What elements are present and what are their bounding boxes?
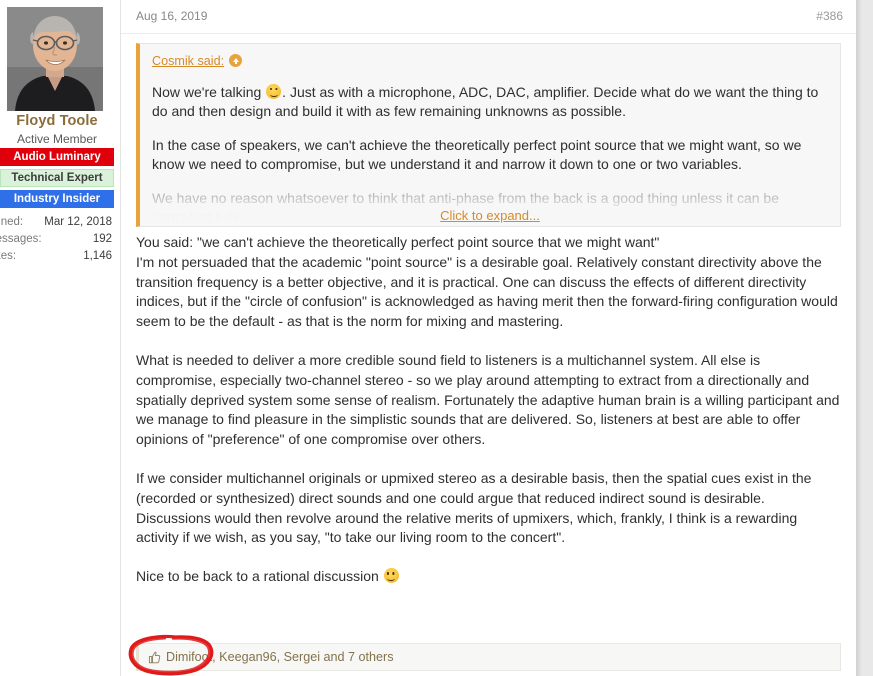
stat-row-joined: Joined: Mar 12, 2018 (0, 214, 114, 231)
stat-row-likes: Likes: 1,146 (0, 248, 114, 265)
quote-block: Cosmik said: Now we're talking . Just as… (136, 43, 841, 227)
quote-text-1a: Now we're talking (152, 83, 266, 100)
sidebar-username[interactable]: Floyd Toole (0, 113, 114, 129)
thumbs-up-icon (148, 651, 161, 664)
post-paragraph-1: You said: "we can't achieve the theoreti… (136, 233, 841, 332)
stat-value-likes: 1,146 (83, 250, 112, 262)
quote-author-link[interactable]: Cosmik said: (152, 54, 224, 68)
post-text-1: I'm not persuaded that the academic "poi… (136, 253, 838, 330)
avatar[interactable] (7, 7, 103, 111)
sidebar-user-stats: Joined: Mar 12, 2018 Messages: 192 Likes… (0, 214, 114, 265)
stat-row-messages: Messages: 192 (0, 231, 114, 248)
post-paragraph-2: What is needed to deliver a more credibl… (136, 351, 840, 448)
forum-post-page: Floyd Toole Active Member Audio Luminary… (0, 0, 873, 676)
post-user-sidebar: Floyd Toole Active Member Audio Luminary… (0, 0, 121, 676)
user-banner-audio-luminary: Audio Luminary (0, 148, 114, 166)
user-banner-industry-insider: Industry Insider (0, 190, 114, 208)
quote-expand-overlay: Click to expand... (140, 196, 840, 226)
post-permalink-number[interactable]: #386 (816, 9, 843, 23)
smiley-emoji (266, 83, 282, 99)
stat-value-joined: Mar 12, 2018 (44, 216, 112, 228)
stat-label-joined: Joined: (0, 216, 24, 228)
stat-label-likes: Likes: (0, 250, 17, 262)
quote-paragraph-1: Now we're talking . Just as with a micro… (152, 83, 828, 122)
post-paragraph-4: Nice to be back to a rational discussion (136, 567, 841, 587)
post-quote-line: You said: "we can't achieve the theoreti… (136, 234, 660, 250)
stat-value-messages: 192 (92, 233, 112, 245)
click-to-expand-link[interactable]: Click to expand... (440, 206, 540, 226)
arrow-up-circle-icon[interactable] (229, 54, 243, 67)
likes-list-text[interactable]: Dimifoot, Keegan96, Sergei and 7 others (166, 650, 394, 664)
user-banner-technical-expert: Technical Expert (0, 169, 114, 187)
post-body: Cosmik said: Now we're talking . Just as… (121, 34, 856, 587)
post-header: Aug 16, 2019 #386 (121, 0, 856, 34)
sidebar-user-title: Active Member (16, 132, 98, 146)
post-text-4: Nice to be back to a rational discussion (136, 568, 383, 585)
post-date[interactable]: Aug 16, 2019 (136, 9, 207, 23)
post-content-column: Aug 16, 2019 #386 Cosmik said: Now we're… (121, 0, 856, 676)
quote-paragraph-2: In the case of speakers, we can't achiev… (152, 136, 802, 173)
sheet-shadow (856, 0, 862, 676)
smiley-emoji-closing (383, 568, 399, 584)
post-paragraph-3: If we consider multichannel originals or… (136, 469, 812, 546)
sidebar-user-banners: Audio Luminary Technical Expert Industry… (0, 148, 114, 211)
quote-attribution: Cosmik said: (152, 52, 828, 72)
post-likes-bar[interactable]: Dimifoot, Keegan96, Sergei and 7 others (136, 643, 841, 671)
stat-label-messages: Messages: (0, 233, 42, 245)
